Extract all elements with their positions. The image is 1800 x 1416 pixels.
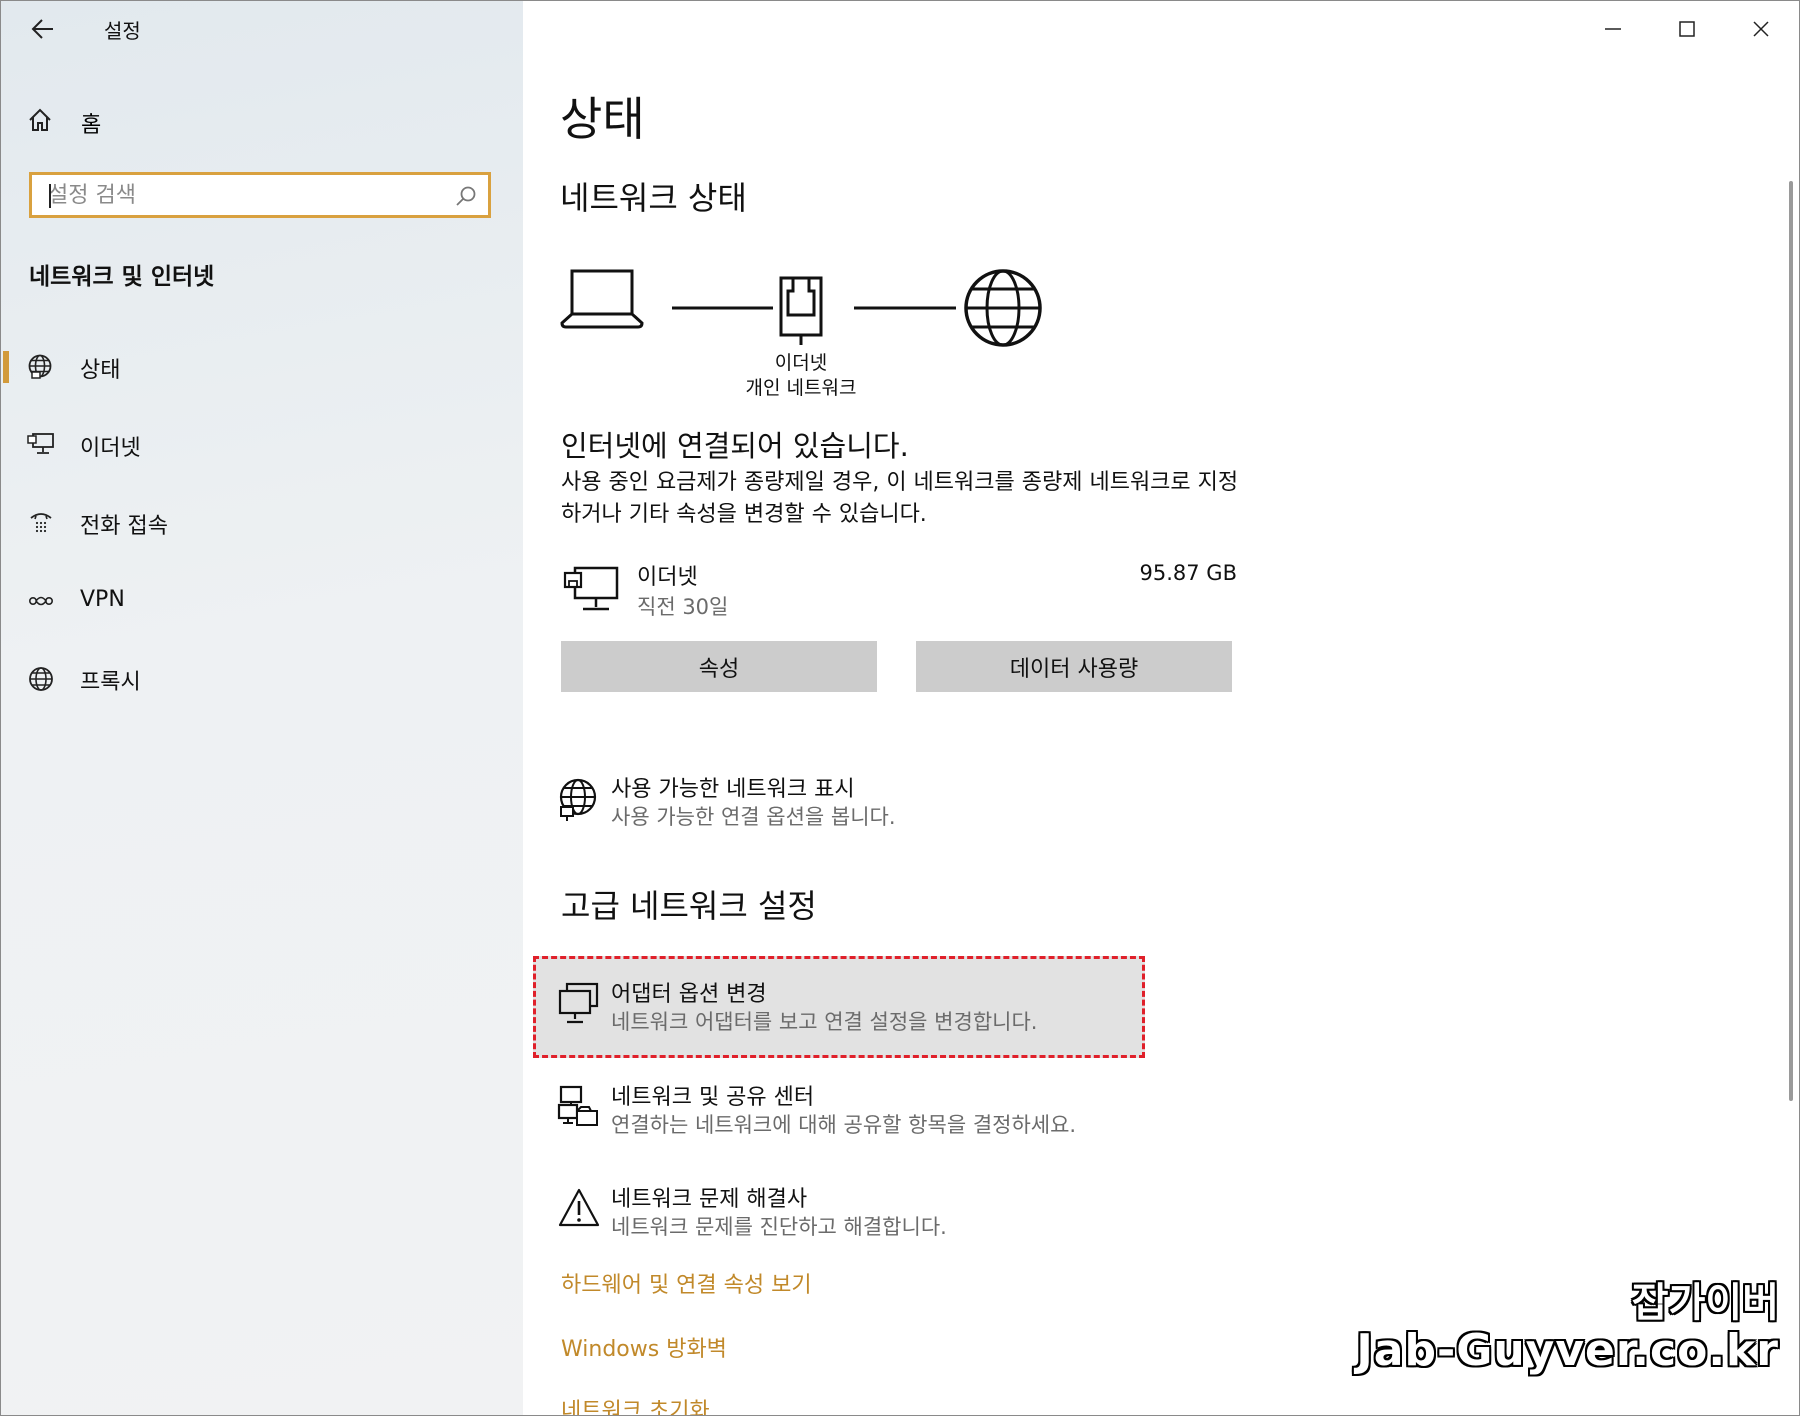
sidebar-item-status[interactable]: 상태 [1,337,523,395]
maximize-icon [1679,21,1695,37]
home-icon [29,108,51,131]
close-button[interactable] [1731,7,1791,51]
app-title: 설정 [104,19,141,43]
sidebar-item-label: 프록시 [80,670,141,695]
sidebar-item-label: 이더넷 [80,436,141,461]
network-sharing-center[interactable]: 네트워크 및 공유 센터 연결하는 네트워크에 대해 공유할 항목을 결정하세요… [557,1077,1277,1143]
adapter-name: 이더넷 [637,565,698,590]
ethernet-icon [563,566,619,611]
search-icon[interactable] [454,184,478,208]
home-nav-item[interactable]: 홈 [1,93,523,149]
sharing-center-title: 네트워크 및 공유 센터 [611,1085,815,1110]
vpn-icon [28,596,53,606]
search-input[interactable] [46,181,450,209]
troubleshooter-title: 네트워크 문제 해결사 [611,1187,808,1212]
watermark: 잡가이버 Jab-Guyver.co.kr [1356,1281,1779,1377]
vertical-scrollbar[interactable] [1789,181,1793,1101]
network-status-heading: 네트워크 상태 [560,179,747,217]
adapter-options-subtitle: 네트워크 어댑터를 보고 연결 설정을 변경합니다. [611,1010,1038,1034]
network-troubleshooter[interactable]: 네트워크 문제 해결사 네트워크 문제를 진단하고 해결합니다. [557,1179,1277,1245]
globe-icon [29,667,53,691]
warning-icon [558,1188,600,1227]
adapter-row: 이더넷 직전 30일 95.87 GB [561,557,1237,623]
close-icon [1753,21,1769,37]
show-networks-subtitle: 사용 가능한 연결 옵션을 봅니다. [611,805,896,829]
sidebar-item-label: 전화 접속 [80,514,168,539]
globe-network-icon [559,778,597,821]
search-box[interactable] [29,172,491,218]
diagram-caption-network: 개인 네트워크 [745,377,857,399]
show-available-networks[interactable]: 사용 가능한 네트워크 표시 사용 가능한 연결 옵션을 봅니다. [557,769,1277,835]
page-title: 상태 [560,92,645,146]
maximize-button[interactable] [1657,7,1717,51]
show-networks-title: 사용 가능한 네트워크 표시 [611,777,855,802]
watermark-line1: 잡가이버 [1631,1280,1779,1326]
text-caret [49,184,51,208]
home-label: 홈 [81,113,102,138]
adapter-period: 직전 30일 [637,595,729,619]
sharing-center-subtitle: 연결하는 네트워크에 대해 공유할 항목을 결정하세요. [611,1113,1077,1137]
adapter-options-title: 어댑터 옵션 변경 [611,982,767,1007]
link-windows-firewall[interactable]: Windows 방화벽 [561,1331,727,1363]
sidebar: 설정 홈 네트워크 및 인터넷 상태 [1,1,523,1415]
sidebar-item-dialup[interactable]: 전화 접속 [1,493,523,551]
troubleshooter-subtitle: 네트워크 문제를 진단하고 해결합니다. [611,1215,947,1239]
laptop-icon [560,269,644,329]
data-usage-button[interactable]: 데이터 사용량 [916,641,1232,692]
advanced-settings-heading: 고급 네트워크 설정 [561,887,817,925]
link-network-reset[interactable]: 네트워크 초기화 [561,1393,710,1415]
network-diagram-graphic [560,269,1042,347]
connection-status-title: 인터넷에 연결되어 있습니다. [561,429,909,463]
internet-globe-icon [964,269,1042,347]
connection-status-description: 사용 중인 요금제가 종량제일 경우, 이 네트워크를 종량제 네트워크로 지정… [561,470,1239,527]
dialup-icon [30,513,52,533]
globe-status-icon [28,354,52,379]
adapter-data-usage: 95.87 GB [1139,561,1237,585]
change-adapter-options[interactable]: 어댑터 옵션 변경 네트워크 어댑터를 보고 연결 설정을 변경합니다. [557,974,1277,1040]
section-label: 네트워크 및 인터넷 [29,264,215,290]
settings-window: 설정 홈 네트워크 및 인터넷 상태 [0,0,1800,1416]
watermark-line2: Jab-Guyver.co.kr [1356,1325,1779,1376]
ethernet-port-icon [779,276,823,345]
link-hardware-properties[interactable]: 하드웨어 및 연결 속성 보기 [561,1267,812,1299]
minimize-button[interactable] [1583,7,1643,51]
ethernet-icon [27,433,54,454]
minimize-icon [1605,28,1621,30]
properties-button[interactable]: 속성 [561,641,877,692]
sidebar-item-proxy[interactable]: 프록시 [1,649,523,707]
back-arrow-icon [31,19,53,39]
sidebar-item-label: 상태 [80,358,121,383]
adapter-monitor-icon [558,982,599,1024]
sidebar-item-vpn[interactable]: VPN [1,572,523,630]
back-button[interactable] [21,9,65,49]
sidebar-item-ethernet[interactable]: 이더넷 [1,415,523,473]
diagram-caption-ethernet: 이더넷 [774,352,828,374]
main-content: 상태 네트워크 상태 이더넷 개인 네트워크 인터넷에 연결되어 있습니다. 사… [523,1,1799,1415]
sharing-center-icon [557,1085,598,1126]
sidebar-item-label: VPN [80,587,125,612]
